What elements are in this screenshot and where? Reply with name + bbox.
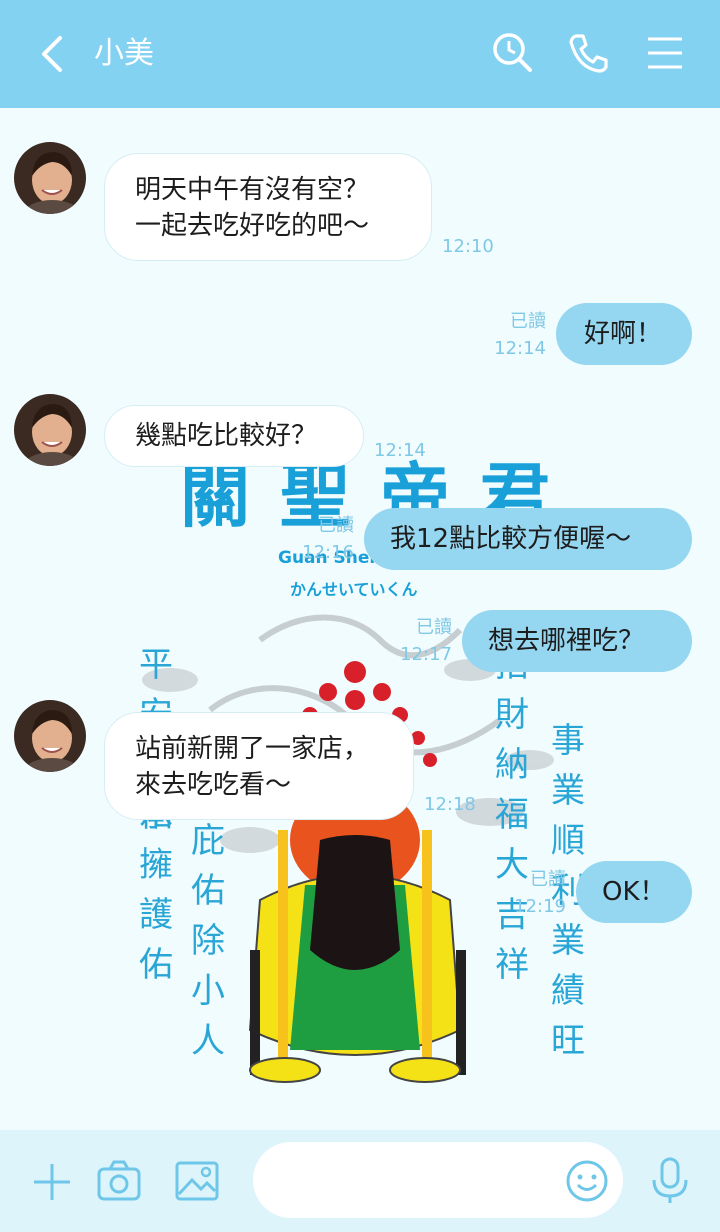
message-text: 好啊！: [584, 319, 663, 349]
chat-title[interactable]: 小美: [94, 34, 154, 74]
message-time: 12:18: [424, 794, 476, 815]
background-column-5: 招財納福大吉祥: [495, 645, 529, 985]
message-bubble-incoming[interactable]: 明天中午有沒有空？ 一起去吃好吃的吧～: [104, 153, 432, 261]
background-subtitle-kana: かんせいていくん: [290, 580, 418, 599]
avatar[interactable]: [14, 394, 86, 466]
background-column-4: 庇佑除小人: [191, 821, 225, 1061]
message-bubble-outgoing[interactable]: 我12點比較方便喔～: [364, 508, 692, 570]
message-text: OK！: [602, 877, 666, 907]
message-text: 站前新開了一家店， 來去吃吃看～: [135, 734, 370, 800]
emoji-icon[interactable]: [564, 1158, 610, 1208]
read-receipt: 已讀: [318, 515, 354, 536]
message-time: 12:17: [400, 644, 452, 665]
message-bubble-outgoing[interactable]: 好啊！: [556, 303, 692, 365]
image-icon[interactable]: [174, 1158, 220, 1208]
chat-header: 小美: [0, 0, 720, 108]
plus-icon[interactable]: [30, 1160, 74, 1208]
message-time: 12:14: [374, 440, 426, 461]
message-bubble-incoming[interactable]: 站前新開了一家店， 來去吃吃看～: [104, 712, 414, 820]
message-bubble-outgoing[interactable]: 想去哪裡吃？: [462, 610, 692, 672]
read-receipt: 已讀: [510, 311, 546, 332]
microphone-icon[interactable]: [648, 1156, 692, 1210]
phone-icon[interactable]: [566, 30, 612, 76]
read-receipt: 已讀: [530, 869, 566, 890]
camera-icon[interactable]: [96, 1158, 142, 1208]
message-text: 我12點比較方便喔～: [390, 524, 632, 554]
read-receipt: 已讀: [416, 617, 452, 638]
avatar[interactable]: [14, 700, 86, 772]
message-text: 明天中午有沒有空？ 一起去吃好吃的吧～: [135, 175, 370, 241]
message-time: 12:19: [514, 896, 566, 917]
message-time: 12:14: [494, 338, 546, 359]
message-time: 12:16: [302, 542, 354, 563]
menu-icon[interactable]: [644, 30, 690, 76]
message-bubble-incoming[interactable]: 幾點吃比較好？: [104, 405, 364, 467]
avatar[interactable]: [14, 142, 86, 214]
message-bubble-outgoing[interactable]: OK！: [576, 861, 692, 923]
message-text: 想去哪裡吃？: [488, 626, 645, 656]
background-column-3: 承擁護佑: [139, 795, 173, 985]
search-clock-icon[interactable]: [490, 30, 536, 76]
message-time: 12:10: [442, 236, 494, 257]
message-text: 幾點吃比較好？: [135, 421, 318, 451]
chevron-left-icon[interactable]: [34, 32, 74, 76]
